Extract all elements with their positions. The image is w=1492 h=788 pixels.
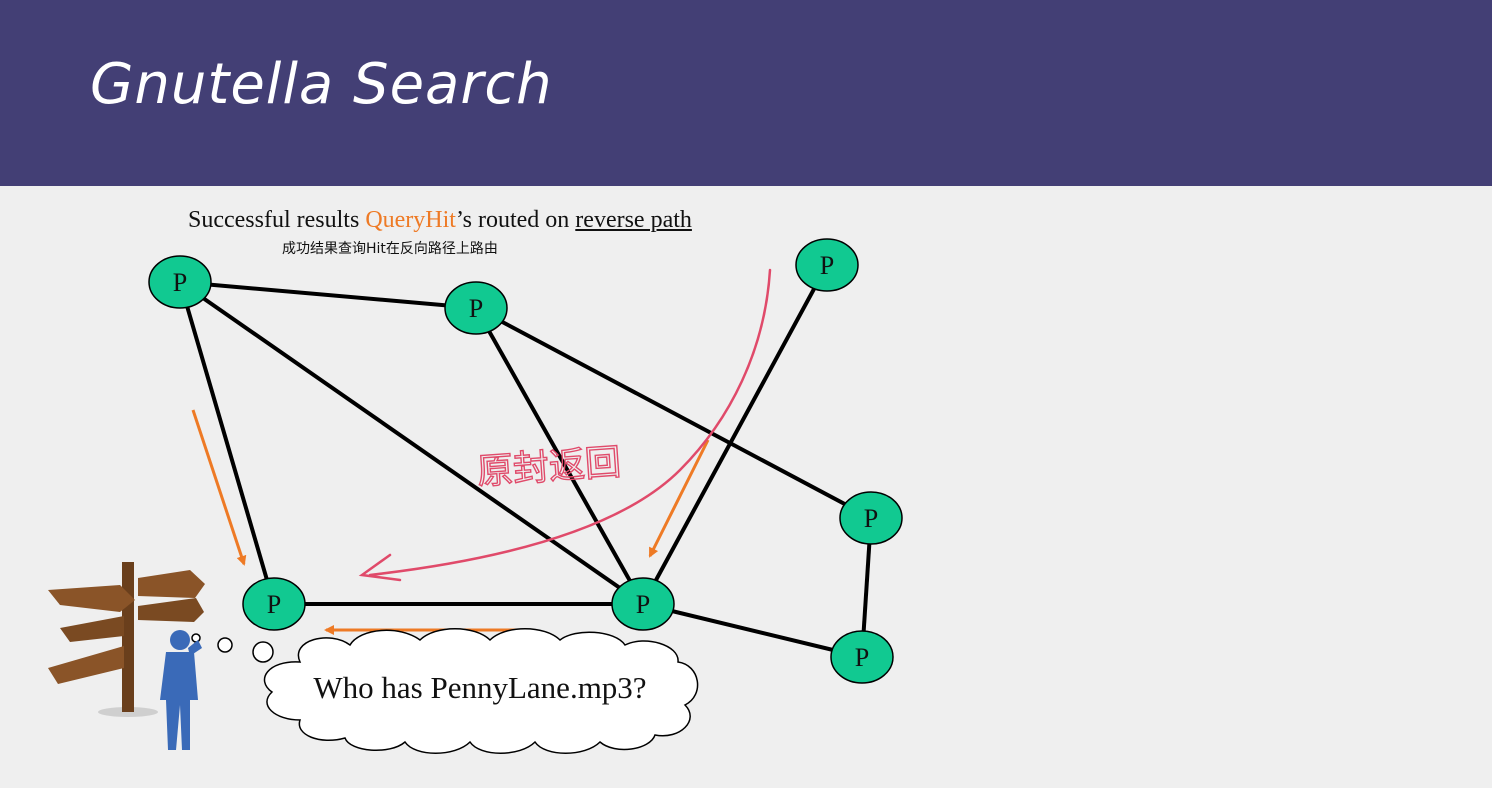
- thought-bubble: Who has PennyLane.mp3?: [191, 628, 699, 754]
- edge: [642, 602, 863, 659]
- node-label: P: [820, 251, 834, 280]
- peer-node[interactable]: P: [839, 491, 903, 545]
- handwritten-reverse-arrow: [358, 268, 772, 582]
- network-diagram: P P P P P P P Who has PennyLane.mp3? 原封返…: [48, 238, 903, 754]
- node-label: P: [864, 504, 878, 533]
- edge: [179, 280, 477, 310]
- edge: [178, 280, 645, 606]
- queryhit-arrow: [191, 409, 247, 566]
- edge: [178, 281, 276, 605]
- peer-node[interactable]: P: [611, 577, 675, 631]
- person-icon: [160, 630, 202, 750]
- handwritten-note: 原封返回: [476, 442, 623, 493]
- query-text: Who has PennyLane.mp3?: [313, 670, 646, 705]
- node-label: P: [173, 268, 187, 297]
- peer-node[interactable]: P: [242, 577, 306, 631]
- peer-node[interactable]: P: [795, 238, 859, 292]
- node-label: P: [469, 294, 483, 323]
- edge: [641, 264, 829, 605]
- peer-node[interactable]: P: [148, 255, 212, 309]
- node-label: P: [855, 643, 869, 672]
- peer-node[interactable]: P: [444, 281, 508, 335]
- node-label: P: [267, 590, 281, 619]
- peer-node[interactable]: P: [830, 630, 894, 684]
- node-label: P: [636, 590, 650, 619]
